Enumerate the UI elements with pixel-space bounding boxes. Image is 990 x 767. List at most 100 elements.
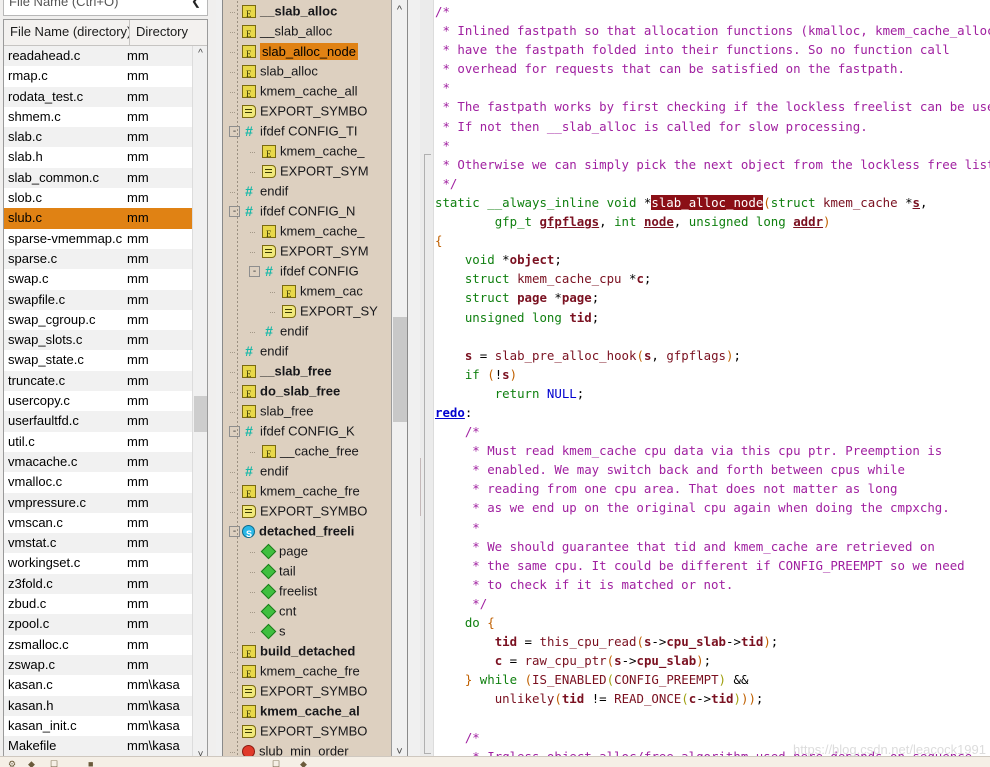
table-row[interactable]: rodata_test.c mm (4, 86, 192, 107)
table-row[interactable]: shmem.c mm (4, 107, 192, 127)
tree-node[interactable]: ··· cnt (223, 601, 391, 621)
tree-node[interactable]: ··· slab_alloc_node (223, 41, 391, 64)
tree-node[interactable]: ··· kmem_cache_fre (223, 481, 391, 504)
table-row[interactable]: Makefile mm\kasa (4, 736, 192, 757)
tree-node[interactable]: ··· # endif (223, 321, 391, 341)
chevron-down-icon[interactable]: ❮ (191, 0, 201, 8)
table-row[interactable]: slob.c mm (4, 188, 192, 208)
tree-node[interactable]: ··· kmem_cache_all (223, 81, 391, 104)
fold-bracket-function[interactable] (424, 154, 431, 754)
table-row[interactable]: usercopy.c mm (4, 391, 192, 411)
table-row[interactable]: workingset.c mm (4, 553, 192, 573)
tree-node[interactable]: ··· freelist (223, 581, 391, 601)
file-name-combobox[interactable]: File Name (Ctrl+O) ❮ (3, 0, 208, 16)
table-row[interactable]: z3fold.c mm (4, 573, 192, 595)
table-row[interactable]: slab.c mm (4, 127, 192, 148)
tree-node[interactable]: ··· EXPORT_SYM (223, 161, 391, 181)
table-row[interactable]: zswap.c mm (4, 654, 192, 676)
table-row[interactable]: vmpressure.c mm (4, 492, 192, 513)
bottom-toolbar[interactable]: ⚙ ◆ ☐ ■ ☐ ◆ (0, 756, 990, 767)
table-row[interactable]: swap_state.c mm (4, 350, 192, 370)
table-row[interactable]: slab.h mm (4, 147, 192, 167)
symbol-tree[interactable]: ··· __slab_alloc ··· __slab_alloc ··· slab_al… (223, 0, 391, 767)
tree-node[interactable]: ··· # endif (223, 341, 391, 361)
table-row[interactable]: vmscan.c mm (4, 513, 192, 533)
fold-bracket-do-while[interactable] (420, 458, 427, 516)
table-row[interactable]: rmap.c mm (4, 66, 192, 86)
table-row[interactable]: util.c mm (4, 432, 192, 452)
tree-expander-icon[interactable]: - (229, 426, 240, 438)
table-row[interactable]: swap_slots.c mm (4, 330, 192, 351)
tree-node[interactable]: ··· s (223, 621, 391, 641)
toolbar-icon-6[interactable]: ◆ (300, 759, 307, 767)
table-row[interactable]: slub.c mm (4, 208, 192, 229)
tree-node[interactable]: ··· slab_free (223, 401, 391, 424)
table-row[interactable]: userfaultfd.c mm (4, 411, 192, 432)
tree-node[interactable]: - # ifdef CONFIG_N (223, 201, 391, 221)
tree-node[interactable]: ··· # endif (223, 461, 391, 481)
tree-node[interactable]: - # ifdef CONFIG_K (223, 421, 391, 441)
tree-expander-icon[interactable]: - (229, 126, 240, 138)
table-row[interactable]: swapfile.c mm (4, 289, 192, 310)
toolbar-icon-2[interactable]: ◆ (28, 759, 35, 767)
toolbar-icon-5[interactable]: ☐ (272, 759, 280, 767)
tree-node[interactable]: ··· kmem_cache_ (223, 141, 391, 164)
tree-node[interactable]: ··· kmem_cac (223, 281, 391, 304)
tree-expander-icon[interactable]: - (249, 266, 260, 278)
tree-node[interactable]: ··· kmem_cache_al (223, 701, 391, 724)
symbol-tree-scrollbar[interactable]: ^ ˅ (391, 0, 407, 767)
tree-node[interactable]: ··· kmem_cache_fre (223, 661, 391, 684)
table-row[interactable]: readahead.c mm (4, 46, 192, 67)
table-row[interactable]: vmalloc.c mm (4, 472, 192, 492)
tree-node[interactable]: ··· kmem_cache_ (223, 221, 391, 244)
table-row[interactable]: swap_cgroup.c mm (4, 310, 192, 330)
tree-node[interactable]: ··· # endif (223, 181, 391, 201)
table-row[interactable]: zpool.c mm (4, 614, 192, 635)
table-row[interactable]: vmstat.c mm (4, 533, 192, 554)
table-row[interactable]: sparse.c mm (4, 248, 192, 270)
table-row[interactable]: zsmalloc.c mm (4, 635, 192, 655)
tree-node[interactable]: ··· page (223, 541, 391, 561)
source-code[interactable]: /* * Inlined fastpath so that allocation… (435, 0, 990, 767)
table-row[interactable]: vmacache.c mm (4, 451, 192, 473)
tree-node[interactable]: ··· __cache_free (223, 441, 391, 464)
scrollbar-thumb[interactable] (393, 317, 407, 422)
file-list-scrollbar[interactable]: ^ ˅ (192, 46, 207, 763)
tree-node[interactable]: ··· EXPORT_SYMBO (223, 501, 391, 521)
table-row[interactable]: zbud.c mm (4, 594, 192, 614)
table-row[interactable]: sparse-vmemmap.c mm (4, 229, 192, 249)
tree-node[interactable]: ··· build_detached (223, 641, 391, 664)
code-editor-panel[interactable]: /* * Inlined fastpath so that allocation… (420, 0, 990, 767)
file-table[interactable]: File Name (directory) Directory readahea… (3, 19, 208, 764)
tree-node[interactable]: ··· __slab_alloc (223, 1, 391, 24)
tree-node[interactable]: ··· __slab_alloc (223, 21, 391, 44)
chevron-up-icon[interactable]: ^ (193, 46, 207, 62)
table-row[interactable]: kasan.h mm\kasa (4, 695, 192, 716)
table-row[interactable]: kasan.c mm\kasa (4, 675, 192, 695)
column-header-file-name[interactable]: File Name (directory) (4, 20, 130, 45)
table-row[interactable]: kasan_init.c mm\kasa (4, 716, 192, 736)
tree-node[interactable]: ··· EXPORT_SYMBO (223, 681, 391, 701)
toolbar-icon-3[interactable]: ☐ (50, 759, 58, 767)
tree-node[interactable]: ··· EXPORT_SYM (223, 241, 391, 261)
tree-node[interactable]: - detached_freeli (223, 521, 391, 544)
toolbar-icon-4[interactable]: ■ (88, 759, 93, 767)
table-row[interactable]: slab_common.c mm (4, 167, 192, 189)
column-header-directory[interactable]: Directory (130, 20, 192, 45)
table-row[interactable]: swap.c mm (4, 269, 192, 289)
tree-expander-icon[interactable]: - (229, 206, 240, 218)
tree-expander-icon[interactable]: - (229, 526, 240, 538)
scrollbar-thumb[interactable] (194, 396, 207, 432)
tree-node[interactable]: ··· __slab_free (223, 361, 391, 384)
tree-node[interactable]: - # ifdef CONFIG_TI (223, 121, 391, 141)
chevron-up-icon[interactable]: ^ (392, 1, 407, 19)
tree-node[interactable]: ··· slab_alloc (223, 61, 391, 84)
tree-node[interactable]: - # ifdef CONFIG (223, 261, 391, 281)
tree-node[interactable]: ··· EXPORT_SY (223, 301, 391, 321)
tree-node[interactable]: ··· tail (223, 561, 391, 581)
tree-node[interactable]: ··· EXPORT_SYMBO (223, 101, 391, 121)
tree-node[interactable]: ··· do_slab_free (223, 381, 391, 404)
table-row[interactable]: truncate.c mm (4, 370, 192, 392)
tree-node[interactable]: ··· EXPORT_SYMBO (223, 721, 391, 741)
code-fold-gutter[interactable] (420, 0, 434, 767)
